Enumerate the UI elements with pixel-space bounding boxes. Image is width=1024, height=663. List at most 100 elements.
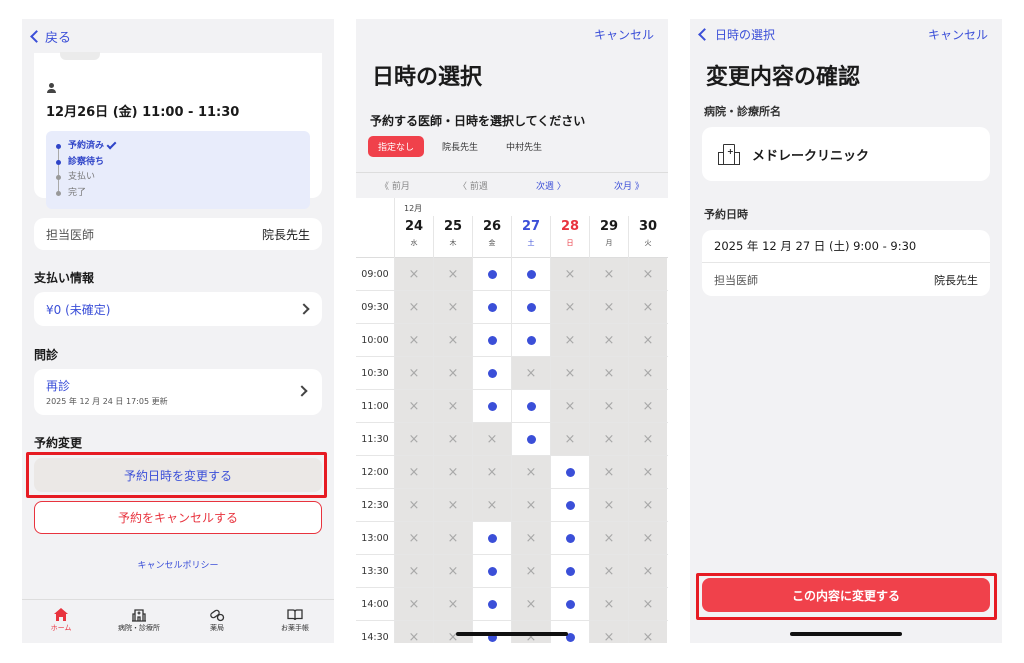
unavailable-slot: × (394, 489, 433, 521)
tab-pharmacy[interactable]: 薬局 (178, 600, 256, 643)
tab-home[interactable]: ホーム (22, 600, 100, 643)
doctor-tab-nakamura[interactable]: 中村先生 (496, 136, 552, 157)
doctor-tab-director[interactable]: 院長先生 (432, 136, 488, 157)
time-slot-row: 09:30 × × × × × (356, 291, 668, 324)
unavailable-slot: × (394, 588, 433, 620)
time-label: 10:00 (361, 334, 389, 346)
pill-icon (209, 606, 225, 623)
available-slot[interactable] (472, 324, 511, 356)
unavailable-slot: × (628, 555, 667, 587)
available-slot[interactable] (550, 588, 589, 620)
clinic-name: メドレークリニック (752, 148, 870, 164)
time-label: 09:00 (361, 268, 389, 280)
cancel-button[interactable]: キャンセル (594, 26, 654, 43)
available-slot[interactable] (472, 390, 511, 422)
time-label: 09:30 (361, 301, 389, 313)
tab-hospital[interactable]: 病院・診療所 (100, 600, 178, 643)
unavailable-slot: × (433, 588, 472, 620)
back-label: 戻る (45, 30, 72, 46)
available-slot[interactable] (550, 522, 589, 554)
prev-week-button[interactable]: 〈 前週 (458, 179, 488, 192)
datetime-select-screen: キャンセル 日時の選択 予約する医師・日時を選択してください 指定なし 院長先生… (356, 19, 668, 643)
unavailable-slot: × (628, 324, 667, 356)
unavailable-slot: × (589, 522, 628, 554)
appointment-detail-screen: 戻る 12月26日 (金) 11:00 - 11:30 予約済み 診察待ち 支払… (22, 19, 334, 643)
confirm-change-button[interactable]: この内容に変更する (702, 578, 990, 612)
prev-month-button[interactable]: 《 前月 (380, 179, 410, 192)
available-slot[interactable] (511, 291, 550, 323)
cancel-policy-link[interactable]: キャンセルポリシー (22, 558, 334, 571)
unavailable-slot: × (433, 522, 472, 554)
tab-bar: ホーム 病院・診療所 薬局 お薬手帳 (22, 599, 334, 643)
datetime-card: 2025 年 12 月 27 日 (土) 9:00 - 9:30 担当医師 院長… (702, 230, 990, 296)
time-label: 13:30 (361, 565, 389, 577)
confirm-change-screen: 日時の選択 キャンセル 変更内容の確認 病院・診療所名 + メドレークリニック … (690, 19, 1002, 643)
appointment-card: 12月26日 (金) 11:00 - 11:30 予約済み 診察待ち 支払い 完… (34, 52, 322, 209)
unavailable-slot: × (433, 390, 472, 422)
time-slot-row: 13:30 × × × × × (356, 555, 668, 588)
available-slot[interactable] (472, 588, 511, 620)
unavailable-slot: × (628, 423, 667, 455)
available-slot[interactable] (472, 555, 511, 587)
tab-medicine-book[interactable]: お薬手帳 (256, 600, 334, 643)
available-slot[interactable] (550, 555, 589, 587)
doctor-value: 院長先生 (934, 273, 978, 287)
unavailable-slot: × (550, 291, 589, 323)
available-slot[interactable] (511, 390, 550, 422)
unavailable-slot: × (394, 423, 433, 455)
cancel-appointment-button[interactable]: 予約をキャンセルする (34, 501, 322, 534)
time-label: 12:00 (361, 466, 389, 478)
back-button[interactable]: 戻る (30, 27, 72, 46)
available-dot-icon (487, 335, 497, 345)
change-datetime-button[interactable]: 予約日時を変更する (34, 458, 322, 492)
available-dot-icon (526, 269, 536, 279)
time-slot-row: 12:30 × × × × × × (356, 489, 668, 522)
home-indicator (790, 632, 902, 636)
cancel-button[interactable]: キャンセル (928, 26, 988, 43)
available-slot[interactable] (472, 357, 511, 389)
available-slot[interactable] (511, 324, 550, 356)
available-dot-icon (526, 401, 536, 411)
available-slot[interactable] (472, 522, 511, 554)
unavailable-slot: × (511, 357, 550, 389)
available-slot[interactable] (511, 258, 550, 290)
available-slot[interactable] (472, 258, 511, 290)
time-label: 11:00 (361, 400, 389, 412)
unavailable-slot: × (589, 555, 628, 587)
unavailable-slot: × (589, 258, 628, 290)
unavailable-slot: × (511, 489, 550, 521)
available-dot-icon (565, 500, 575, 510)
time-slot-row: 13:00 × × × × × (356, 522, 668, 555)
payment-row[interactable]: ¥0 (未確定) (34, 292, 322, 326)
unavailable-slot: × (589, 390, 628, 422)
time-slot-row: 11:30 × × × × × × (356, 423, 668, 456)
available-slot[interactable] (472, 291, 511, 323)
doctor-tab-any[interactable]: 指定なし (368, 136, 425, 157)
unavailable-slot: × (628, 489, 667, 521)
calendar-day-header: 27 土 (511, 216, 550, 258)
available-slot[interactable] (550, 489, 589, 521)
week-navigation: 《 前月 〈 前週 次週 〉 次月 》 (356, 172, 668, 198)
monshin-row[interactable]: 再診 2025 年 12 月 24 日 17:05 更新 (34, 369, 322, 415)
unavailable-slot: × (511, 456, 550, 488)
next-week-button[interactable]: 次週 〉 (536, 179, 566, 192)
unavailable-slot: × (589, 489, 628, 521)
clinic-label: 病院・診療所名 (704, 105, 781, 118)
payment-section-title: 支払い情報 (34, 271, 95, 285)
unavailable-slot: × (472, 456, 511, 488)
back-button[interactable]: 日時の選択 (698, 26, 775, 43)
time-label: 13:00 (361, 532, 389, 544)
time-label: 14:30 (361, 631, 389, 643)
status-progress: 予約済み 診察待ち 支払い 完了 (46, 131, 310, 209)
unavailable-slot: × (628, 258, 667, 290)
page-title: 変更内容の確認 (706, 65, 861, 90)
available-dot-icon (487, 401, 497, 411)
next-month-button[interactable]: 次月 》 (614, 179, 644, 192)
available-slot[interactable] (550, 456, 589, 488)
available-dot-icon (565, 533, 575, 543)
unavailable-slot: × (433, 258, 472, 290)
book-icon (287, 606, 303, 623)
change-section-title: 予約変更 (34, 436, 83, 450)
available-slot[interactable] (511, 423, 550, 455)
unavailable-slot: × (433, 423, 472, 455)
